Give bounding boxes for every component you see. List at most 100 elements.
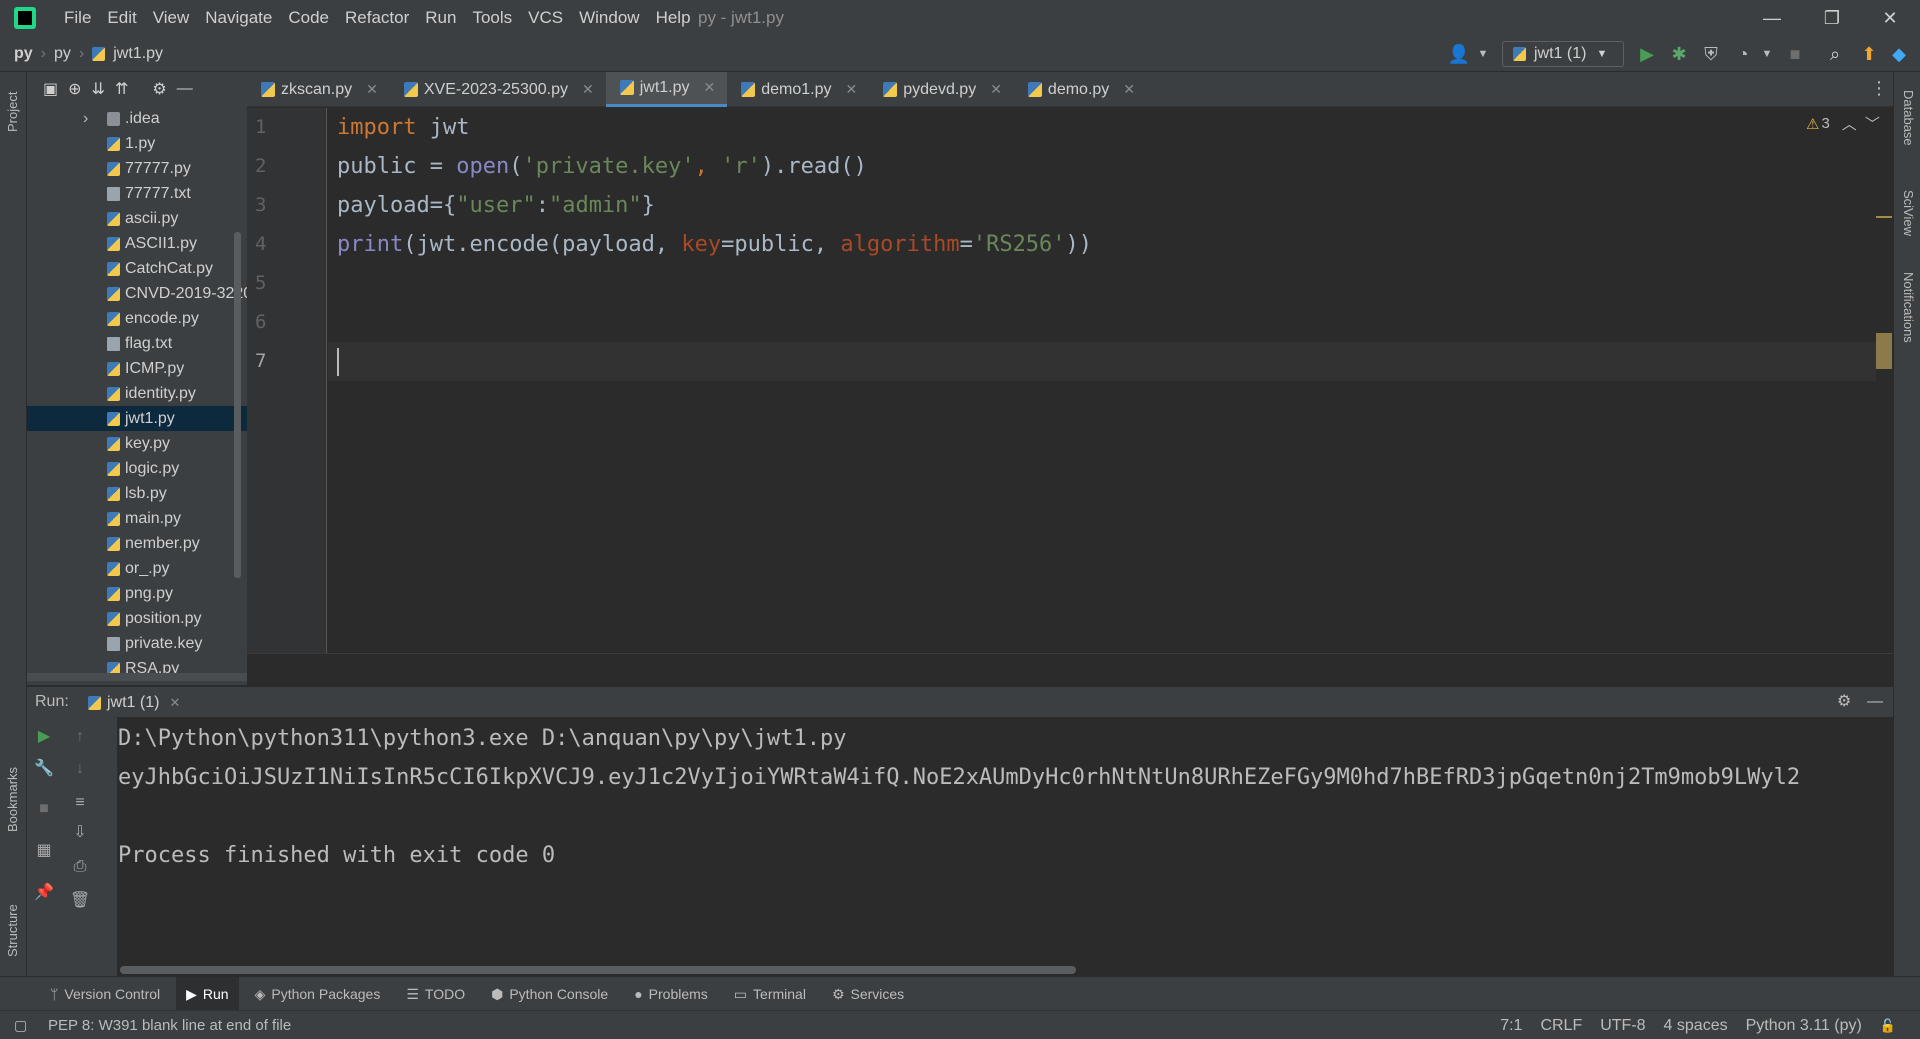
user-icon[interactable]: 👤	[1446, 40, 1472, 68]
bookmarks-tool-button[interactable]: Bookmarks	[5, 767, 20, 832]
wrench-icon[interactable]: 🔧	[34, 759, 54, 779]
tree-file[interactable]: jwt1.py	[27, 406, 247, 431]
trash-icon[interactable]: 🗑	[70, 891, 90, 911]
chevron-up-icon[interactable]: ︿	[1842, 113, 1857, 134]
line-number[interactable]: 7	[247, 342, 326, 381]
menu-navigate[interactable]: Navigate	[197, 0, 280, 36]
structure-tool-button[interactable]: Structure	[5, 904, 20, 957]
tree-file[interactable]: ASCII1.py	[27, 231, 247, 256]
code-editor[interactable]: import jwt public = open('private.key', …	[328, 108, 1876, 653]
profile-icon[interactable]: ◔	[1730, 40, 1756, 68]
file-encoding[interactable]: UTF-8	[1600, 1017, 1645, 1035]
run-console[interactable]: D:\Python\python311\python3.exe D:\anqua…	[117, 717, 1893, 963]
restore-icon[interactable]: ❐	[1802, 0, 1862, 36]
line-number[interactable]: 4	[247, 225, 326, 264]
breadcrumb-root[interactable]: py	[14, 45, 33, 63]
python-interpreter[interactable]: Python 3.11 (py)	[1746, 1017, 1862, 1035]
editor-tab[interactable]: zkscan.py ✕	[247, 72, 390, 107]
tree-file[interactable]: main.py	[27, 506, 247, 531]
run-tab[interactable]: jwt1 (1) ✕	[88, 690, 180, 716]
tree-file[interactable]: lsb.py	[27, 481, 247, 506]
project-view-icon[interactable]: ▣	[43, 79, 58, 99]
layout-icon[interactable]: ▦	[34, 841, 54, 861]
tree-file[interactable]: position.py	[27, 606, 247, 631]
tree-file[interactable]: 1.py	[27, 131, 247, 156]
editor-tab[interactable]: demo.py ✕	[1014, 72, 1147, 107]
layout-toggle-icon[interactable]: ▢	[14, 1017, 27, 1034]
sciview-tool-button[interactable]: SciView	[1901, 190, 1916, 236]
chevron-down-icon[interactable]: ﹀	[1865, 113, 1880, 134]
menu-file[interactable]: File	[56, 0, 99, 36]
tree-file[interactable]: or_.py	[27, 556, 247, 581]
notifications-tool-button[interactable]: Notifications	[1901, 272, 1916, 343]
menu-view[interactable]: View	[145, 0, 198, 36]
tree-file[interactable]: ICMP.py	[27, 356, 247, 381]
stop-icon[interactable]: ■	[34, 799, 54, 819]
soft-wrap-icon[interactable]: ≡	[70, 793, 90, 813]
pin-icon[interactable]: 📌	[34, 883, 54, 903]
tree-file[interactable]: flag.txt	[27, 331, 247, 356]
tool-window-run[interactable]: ▶ Run	[176, 976, 239, 1011]
tree-scrollbar[interactable]	[234, 232, 241, 578]
expand-all-icon[interactable]: ⇊	[92, 79, 105, 99]
tree-folder[interactable]: › .idea	[27, 106, 247, 131]
editor-tab[interactable]: jwt1.py ✕	[605, 70, 728, 107]
database-tool-button[interactable]: Database	[1901, 90, 1916, 146]
arrow-down-icon[interactable]: ↓	[70, 759, 90, 779]
line-number[interactable]: 1	[247, 108, 326, 147]
menu-help[interactable]: Help	[648, 0, 699, 36]
coverage-icon[interactable]: ⛨	[1698, 40, 1724, 68]
jetbrains-ai-icon[interactable]: ◆	[1886, 40, 1912, 68]
chevron-down-icon[interactable]: ▼	[1754, 40, 1780, 68]
line-separator[interactable]: CRLF	[1540, 1017, 1582, 1035]
stop-icon[interactable]: ■	[1782, 40, 1808, 68]
tree-file[interactable]: nember.py	[27, 531, 247, 556]
status-message[interactable]: PEP 8: W391 blank line at end of file	[48, 1011, 291, 1039]
tree-horizontal-scrollbar[interactable]	[27, 673, 247, 681]
menu-vcs[interactable]: VCS	[520, 0, 571, 36]
editor-tab[interactable]: demo1.py ✕	[727, 72, 869, 107]
collapse-all-icon[interactable]: ⇈	[115, 79, 128, 99]
close-tab-icon[interactable]: ✕	[846, 72, 858, 107]
scroll-to-end-icon[interactable]: ⇩	[70, 823, 90, 843]
tool-window-problems[interactable]: ● Problems	[624, 977, 718, 1011]
editor-tab[interactable]: XVE-2023-25300.py ✕	[390, 72, 606, 107]
menu-code[interactable]: Code	[280, 0, 337, 36]
menu-run[interactable]: Run	[417, 0, 464, 36]
update-icon[interactable]: ⬆	[1856, 40, 1882, 68]
tree-file[interactable]: private.key	[27, 631, 247, 656]
tool-window-terminal[interactable]: ▭ Terminal	[724, 977, 816, 1011]
caret-position[interactable]: 7:1	[1500, 1017, 1522, 1035]
arrow-up-icon[interactable]: ↑	[70, 727, 90, 747]
gear-icon[interactable]: ⚙	[152, 79, 166, 99]
tree-file[interactable]: png.py	[27, 581, 247, 606]
editor-scrollbar-thumb[interactable]	[1876, 333, 1892, 369]
menu-edit[interactable]: Edit	[99, 0, 144, 36]
line-number[interactable]: 3	[247, 186, 326, 225]
line-number[interactable]: 5	[247, 264, 326, 303]
tool-window-services[interactable]: ⚙ Services	[822, 977, 914, 1011]
run-icon[interactable]: ▶	[1634, 40, 1660, 68]
editor-tab[interactable]: pydevd.py ✕	[869, 72, 1014, 107]
inspection-widget[interactable]: ⚠ 3 ︿ ﹀	[1806, 113, 1880, 134]
close-tab-icon[interactable]: ✕	[704, 70, 716, 105]
line-number[interactable]: 6	[247, 303, 326, 342]
breadcrumb-folder[interactable]: py	[54, 45, 71, 63]
console-horizontal-scrollbar[interactable]	[120, 966, 1076, 974]
tree-file[interactable]: 77777.txt	[27, 181, 247, 206]
search-icon[interactable]: ⌕	[1822, 40, 1848, 68]
breadcrumb-file[interactable]: jwt1.py	[113, 45, 163, 63]
tree-file[interactable]: encode.py	[27, 306, 247, 331]
tree-file[interactable]: CatchCat.py	[27, 256, 247, 281]
print-icon[interactable]: ⎙	[70, 857, 90, 877]
project-tool-button[interactable]: Project	[5, 92, 20, 132]
run-configuration-select[interactable]: jwt1 (1) ▼	[1502, 41, 1624, 67]
close-tab-icon[interactable]: ✕	[366, 72, 378, 107]
chevron-down-icon[interactable]: ▼	[1470, 40, 1496, 68]
close-tab-icon[interactable]: ✕	[990, 72, 1002, 107]
debug-icon[interactable]: ✱	[1666, 40, 1692, 68]
line-number[interactable]: 2	[247, 147, 326, 186]
indent-setting[interactable]: 4 spaces	[1664, 1017, 1728, 1035]
minimize-icon[interactable]: —	[1742, 0, 1802, 36]
tree-file[interactable]: CNVD-2019-3220	[27, 281, 247, 306]
